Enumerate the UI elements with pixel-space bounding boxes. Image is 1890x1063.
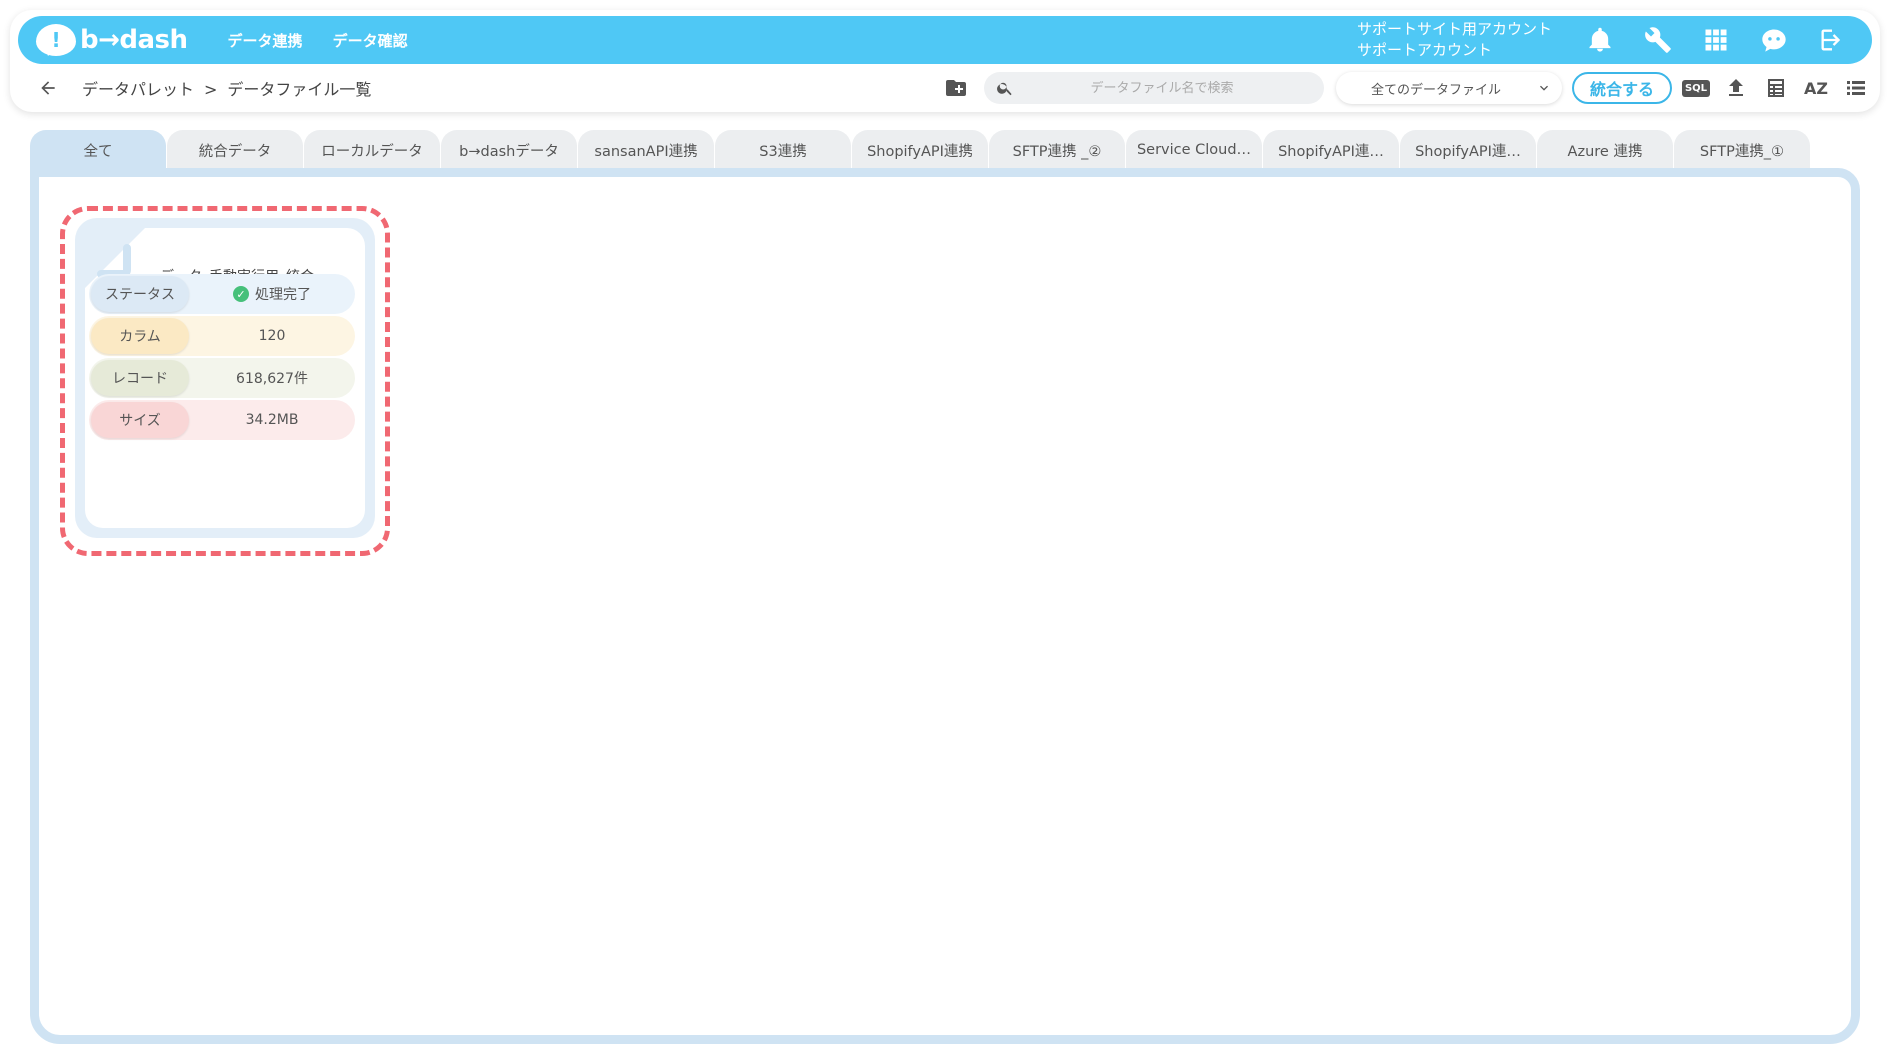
tab-shopify-api[interactable]: ShopifyAPI連携 (852, 130, 988, 170)
chevron-down-icon (1539, 85, 1548, 91)
account-info[interactable]: サポートサイト用アカウント サポートアカウント (1357, 19, 1552, 61)
tab-service-cloud[interactable]: Service Cloud… (1126, 130, 1262, 170)
account-line2: サポートアカウント (1356, 41, 1492, 59)
breadcrumb-current: データファイル一覧 (227, 80, 372, 99)
logo[interactable]: ! b→dash (36, 24, 188, 56)
search-box (983, 72, 1324, 104)
toolbar: データパレット > データファイル一覧 全てのデータファイル 統合する SQL AZ (18, 70, 1872, 106)
sort-az-icon[interactable]: AZ (1800, 72, 1832, 104)
tab-merged-data[interactable]: 統合データ (167, 130, 303, 170)
table-view-icon[interactable] (1760, 72, 1792, 104)
chat-bot-icon[interactable] (1756, 22, 1792, 58)
logo-bubble-icon: ! (36, 24, 76, 56)
highlight-outline (60, 206, 390, 556)
top-nav-bar: ! b→dash データ連携 データ確認 サポートサイト用アカウント サポートア… (18, 16, 1872, 64)
file-filter-select[interactable]: 全てのデータファイル (1335, 72, 1562, 104)
wrench-icon[interactable] (1640, 22, 1676, 58)
logout-icon[interactable] (1814, 22, 1850, 58)
tab-bdash-data[interactable]: b→dashデータ (441, 130, 577, 170)
sql-icon[interactable]: SQL (1680, 72, 1712, 104)
breadcrumb-separator: > (204, 80, 218, 99)
tab-all[interactable]: 全て (30, 130, 166, 170)
logo-text: b→dash (80, 25, 188, 55)
tab-s3[interactable]: S3連携 (715, 130, 851, 170)
tab-local-data[interactable]: ローカルデータ (304, 130, 440, 170)
bell-icon[interactable] (1582, 22, 1618, 58)
upload-icon[interactable] (1720, 72, 1752, 104)
file-filter-value: 全てのデータファイル (1370, 82, 1501, 98)
breadcrumb: データパレット > データファイル一覧 (82, 76, 371, 100)
tab-sansan-api[interactable]: sansanAPI連携 (578, 130, 714, 170)
tab-shopify-api-3[interactable]: ShopifyAPI連… (1400, 130, 1536, 170)
back-arrow-icon[interactable] (30, 73, 66, 103)
new-folder-icon[interactable] (940, 72, 972, 104)
right-tools: 全てのデータファイル 統合する SQL AZ (940, 72, 1872, 104)
search-input[interactable] (1021, 80, 1302, 96)
tab-sftp-1[interactable]: SFTP連携_① (1674, 130, 1810, 170)
tab-shopify-api-2[interactable]: ShopifyAPI連… (1263, 130, 1399, 170)
account-line1: サポートサイト用アカウント (1356, 20, 1552, 38)
apps-grid-icon[interactable] (1698, 22, 1734, 58)
merge-button[interactable]: 統合する (1571, 72, 1672, 104)
category-tabs: 全て 統合データ ローカルデータ b→dashデータ sansanAPI連携 S… (30, 130, 1811, 170)
tab-azure[interactable]: Azure 連携 (1537, 130, 1673, 170)
nav-data-integration[interactable]: データ連携 (228, 30, 303, 51)
list-view-icon[interactable] (1840, 72, 1872, 104)
search-icon (997, 82, 1012, 96)
tab-sftp-2[interactable]: SFTP連携 _② (989, 130, 1125, 170)
nav-data-check[interactable]: データ確認 (333, 30, 408, 51)
breadcrumb-root[interactable]: データパレット (82, 80, 194, 99)
